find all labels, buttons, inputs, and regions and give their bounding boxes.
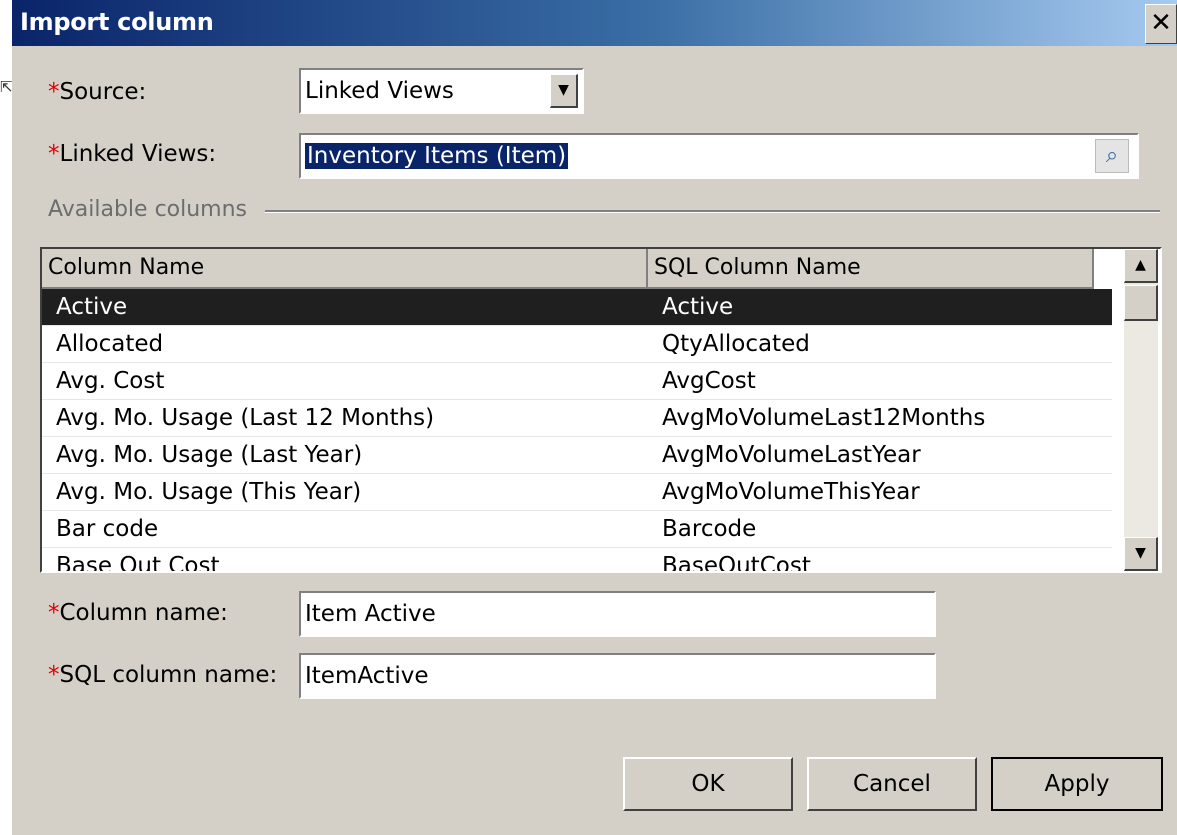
cell-sql-column-name: AvgMoVolumeLast12Months: [662, 405, 986, 431]
header-column-name[interactable]: Column Name: [42, 249, 648, 289]
cell-sql-column-name: Active: [662, 294, 734, 320]
sql-column-name-label-text: SQL column name:: [59, 662, 278, 688]
cell-column-name: Avg. Mo. Usage (Last Year): [56, 442, 363, 468]
linked-views-label-text: Linked Views:: [59, 141, 217, 167]
sql-column-name-value: ItemActive: [305, 663, 429, 689]
linked-views-value: Inventory Items (Item): [305, 143, 569, 169]
required-marker: *: [48, 79, 60, 105]
cell-column-name: Avg. Mo. Usage (Last 12 Months): [56, 405, 435, 431]
linked-views-input[interactable]: Inventory Items (Item) ⌕: [299, 133, 1139, 179]
table-row[interactable]: Avg. Cost AvgCost: [42, 363, 1112, 400]
vertical-scrollbar[interactable]: ▲ ▼: [1124, 249, 1158, 571]
cell-column-name: Avg. Cost: [56, 368, 165, 394]
cell-sql-column-name: AvgMoVolumeLastYear: [662, 442, 921, 468]
import-column-dialog: Import column ✕ *Source: Linked Views ▼ …: [12, 0, 1177, 835]
scroll-down-icon[interactable]: ▼: [1124, 537, 1158, 571]
group-divider: [265, 210, 1160, 213]
scroll-up-icon[interactable]: ▲: [1124, 249, 1158, 283]
apply-button[interactable]: Apply: [991, 757, 1163, 811]
source-label-text: Source:: [59, 79, 147, 105]
cell-column-name: Bar code: [56, 516, 159, 542]
available-columns-grid[interactable]: Column Name SQL Column Name Active Activ…: [40, 247, 1162, 573]
table-row[interactable]: Avg. Mo. Usage (Last Year) AvgMoVolumeLa…: [42, 437, 1112, 474]
required-marker: *: [48, 141, 60, 167]
table-row[interactable]: Base Out Cost BaseOutCost: [42, 548, 1112, 573]
table-row[interactable]: Active Active: [42, 289, 1112, 326]
dropdown-arrow-icon[interactable]: ▼: [550, 74, 578, 108]
source-dropdown[interactable]: Linked Views ▼: [299, 68, 584, 114]
cancel-button[interactable]: Cancel: [807, 757, 977, 811]
table-row[interactable]: Bar code Barcode: [42, 511, 1112, 548]
sql-column-name-input[interactable]: ItemActive: [299, 653, 936, 699]
cell-column-name: Active: [56, 294, 128, 320]
magnifier-icon[interactable]: ⌕: [1095, 139, 1129, 173]
column-name-input[interactable]: Item Active: [299, 591, 936, 637]
column-name-label: *Column name:: [48, 600, 228, 626]
header-sql-column-name[interactable]: SQL Column Name: [648, 249, 1094, 289]
dialog-title: Import column: [20, 8, 214, 36]
cell-sql-column-name: AvgCost: [662, 368, 756, 394]
grid-rows: Active Active Allocated QtyAllocated Avg…: [42, 289, 1112, 573]
cell-sql-column-name: QtyAllocated: [662, 331, 810, 357]
column-name-value: Item Active: [305, 601, 436, 627]
cell-sql-column-name: BaseOutCost: [662, 553, 811, 573]
source-value: Linked Views: [305, 78, 454, 104]
cell-column-name: Avg. Mo. Usage (This Year): [56, 479, 362, 505]
source-label: *Source:: [48, 79, 146, 105]
required-marker: *: [48, 600, 60, 626]
sql-column-name-label: *SQL column name:: [48, 662, 277, 688]
cell-sql-column-name: Barcode: [662, 516, 757, 542]
cell-sql-column-name: AvgMoVolumeThisYear: [662, 479, 920, 505]
ok-button[interactable]: OK: [623, 757, 793, 811]
table-row[interactable]: Allocated QtyAllocated: [42, 326, 1112, 363]
cursor-icon: ⇱: [0, 78, 13, 96]
grid-header: Column Name SQL Column Name: [42, 249, 1094, 289]
cell-column-name: Allocated: [56, 331, 164, 357]
required-marker: *: [48, 662, 60, 688]
title-bar[interactable]: Import column ✕: [12, 0, 1177, 46]
column-name-label-text: Column name:: [59, 600, 228, 626]
available-columns-label: Available columns: [48, 197, 248, 222]
close-icon[interactable]: ✕: [1145, 4, 1177, 44]
cell-column-name: Base Out Cost: [56, 553, 220, 573]
linked-views-label: *Linked Views:: [48, 141, 216, 167]
table-row[interactable]: Avg. Mo. Usage (Last 12 Months) AvgMoVol…: [42, 400, 1112, 437]
table-row[interactable]: Avg. Mo. Usage (This Year) AvgMoVolumeTh…: [42, 474, 1112, 511]
scrollbar-thumb[interactable]: [1124, 285, 1158, 321]
